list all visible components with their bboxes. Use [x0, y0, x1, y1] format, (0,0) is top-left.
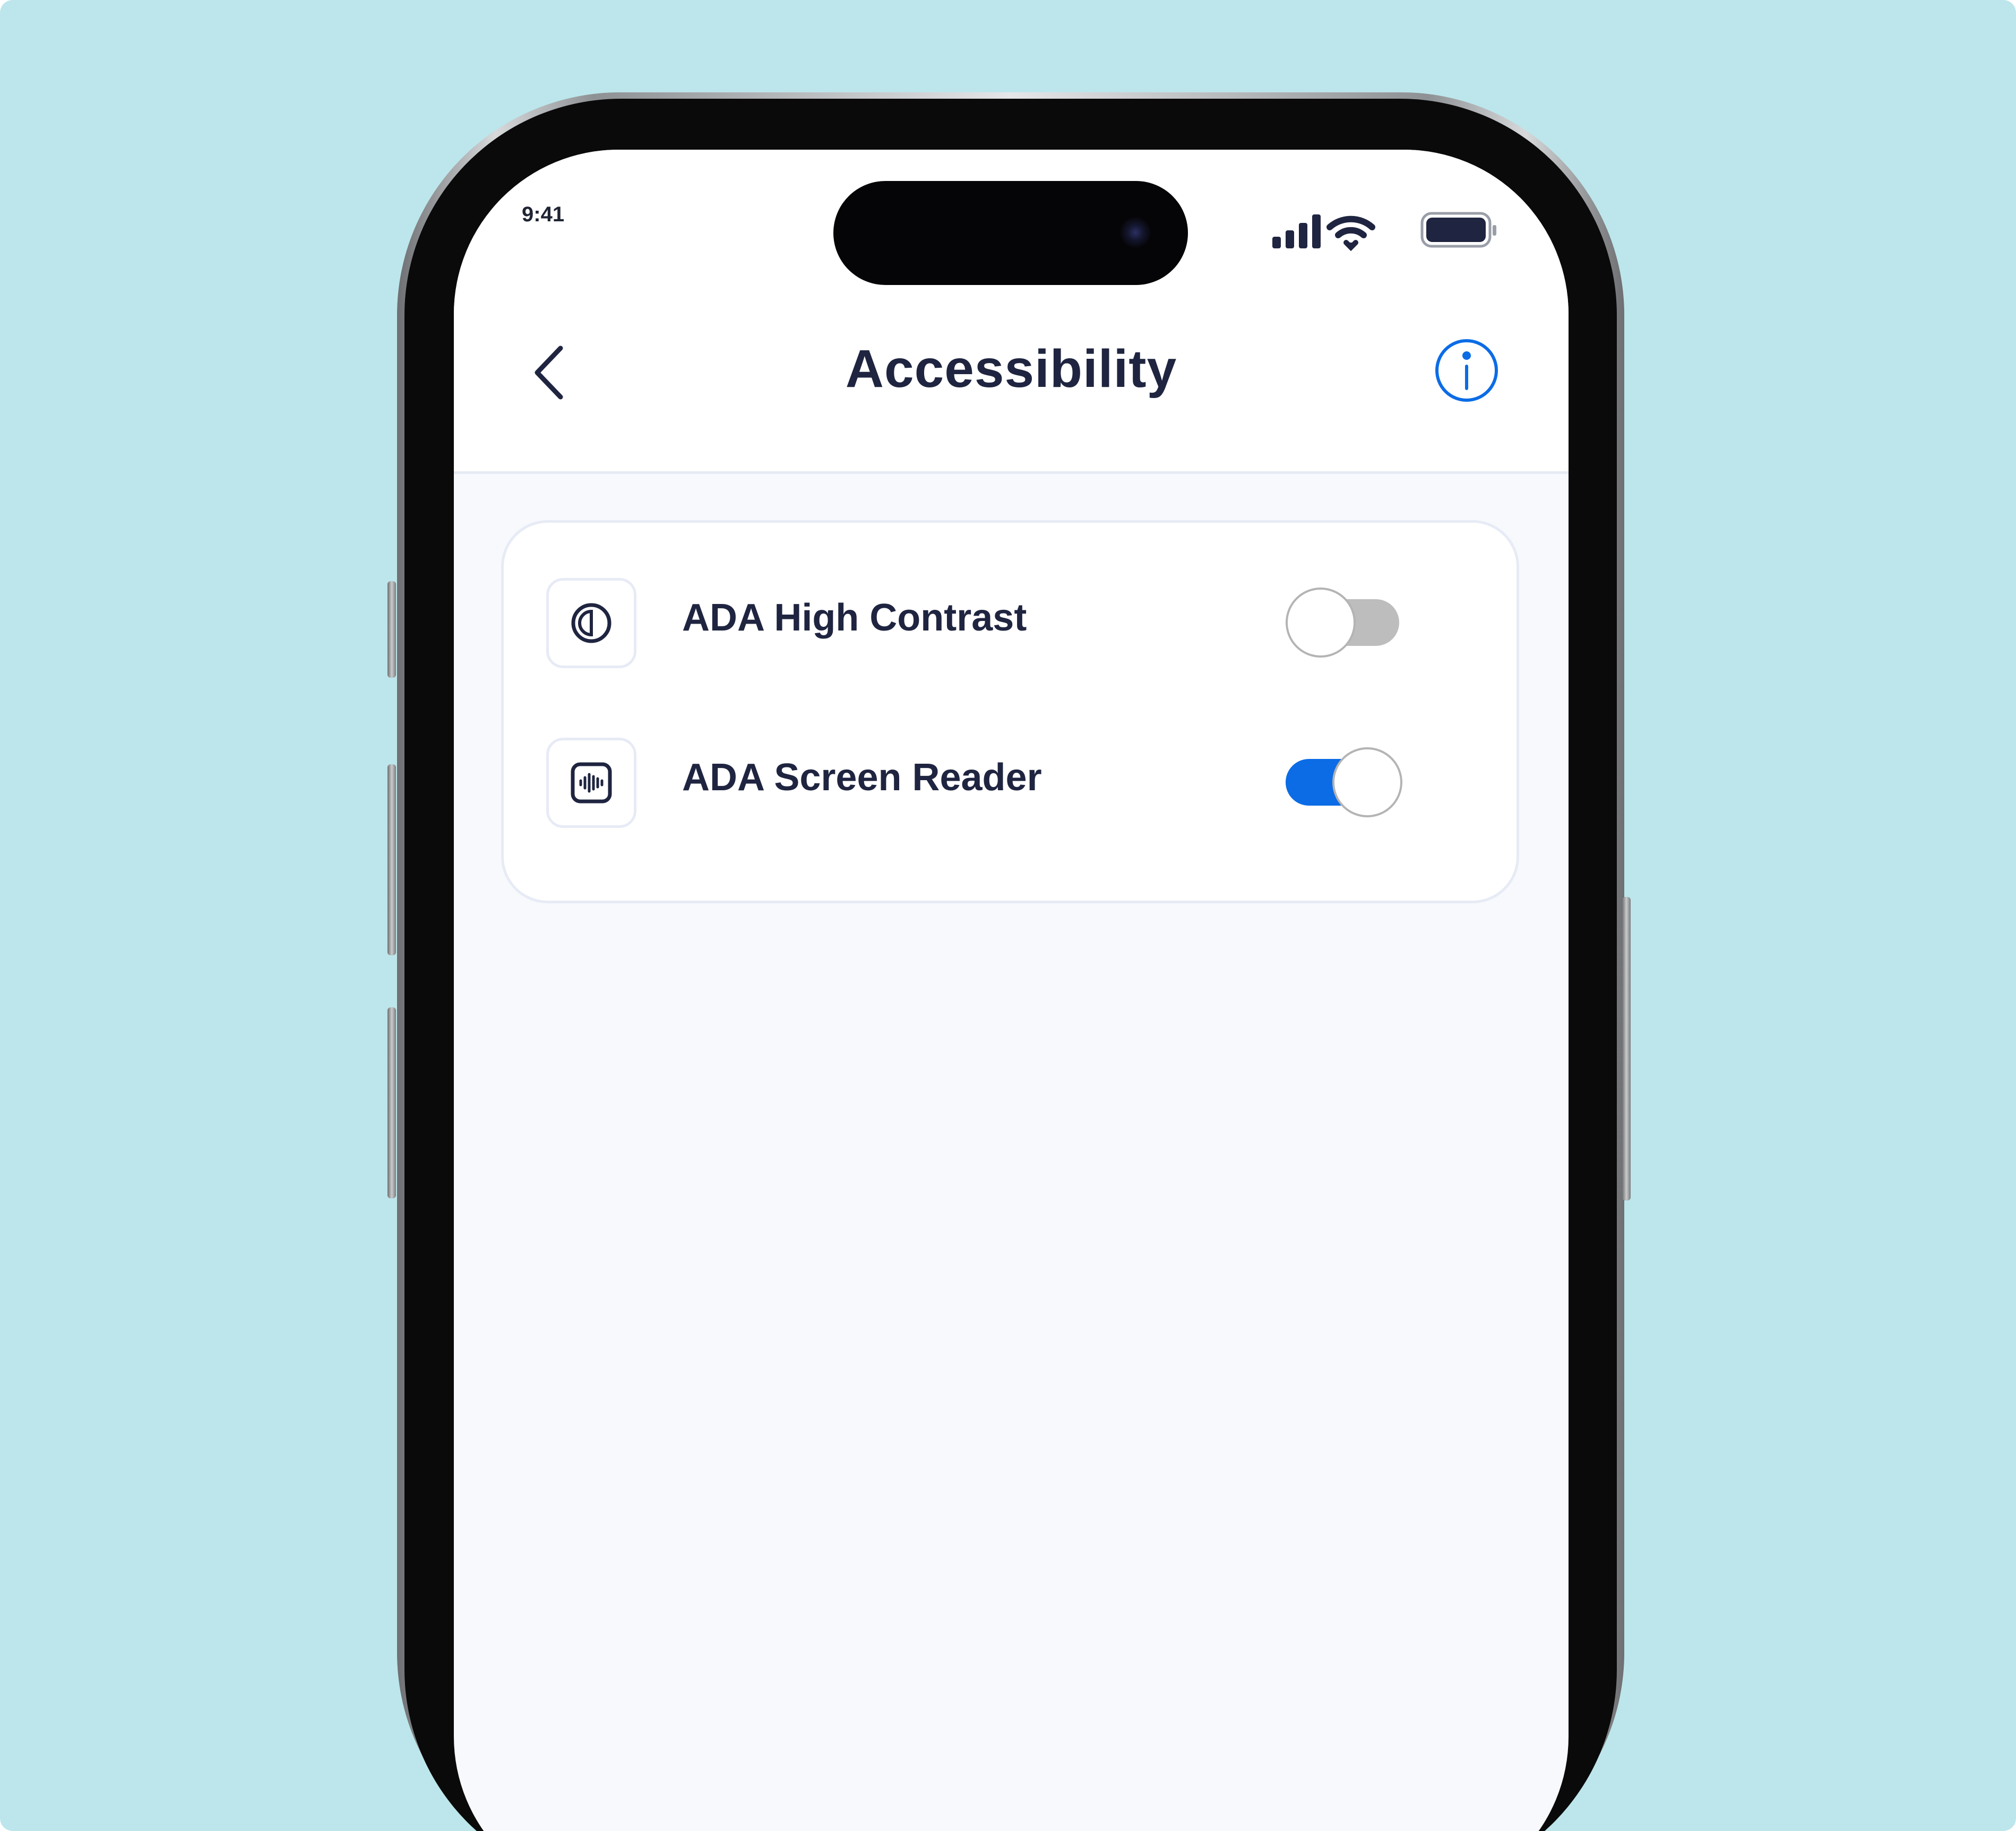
toggle-knob	[1332, 747, 1402, 817]
setting-row-high-contrast: ADA High Contrast	[504, 578, 1517, 668]
info-button[interactable]	[1434, 338, 1500, 403]
settings-card: ADA High Contrast ADA Screen Reader	[501, 520, 1519, 903]
high-contrast-toggle[interactable]	[1286, 588, 1399, 658]
volume-up-button	[387, 764, 396, 955]
cellular-signal-icon	[1272, 214, 1321, 248]
status-time: 9:41	[522, 203, 565, 226]
setting-icon-box	[546, 578, 636, 668]
volume-down-button	[387, 1007, 396, 1198]
screen-reader-toggle[interactable]	[1286, 747, 1402, 817]
battery-icon	[1420, 212, 1496, 248]
header: 9:41 Accessibility	[454, 150, 1569, 474]
wifi-icon	[1326, 215, 1375, 252]
power-button	[1622, 897, 1631, 1200]
info-icon	[1435, 339, 1498, 402]
toggle-knob	[1286, 588, 1356, 658]
setting-label: ADA Screen Reader	[682, 756, 1042, 799]
setting-row-screen-reader: ADA Screen Reader	[504, 738, 1517, 828]
page-title: Accessibility	[845, 339, 1177, 399]
setting-label: ADA High Contrast	[682, 597, 1027, 639]
action-button	[387, 581, 396, 678]
camera-icon	[1120, 217, 1151, 248]
status-icons	[1272, 214, 1375, 252]
audio-waveform-icon	[571, 762, 612, 804]
setting-icon-box	[546, 738, 636, 828]
dynamic-island	[833, 181, 1188, 285]
contrast-icon	[571, 603, 611, 643]
phone-screen: 9:41 Accessibility ADA High Contrast ADA…	[454, 150, 1569, 1831]
